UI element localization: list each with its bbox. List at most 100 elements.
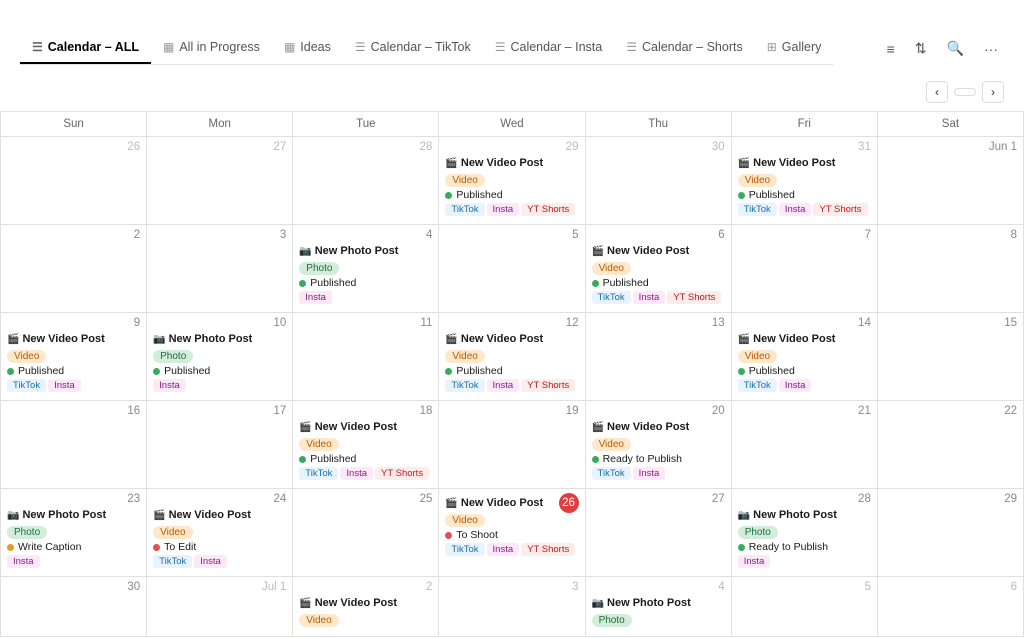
- day-cell[interactable]: 3: [439, 577, 585, 637]
- day-cell[interactable]: 19: [439, 401, 585, 489]
- day-cell[interactable]: 7: [732, 225, 878, 313]
- day-cell[interactable]: 22: [878, 401, 1024, 489]
- tab-calendar-insta[interactable]: ☰Calendar – Insta: [483, 32, 615, 64]
- more-icon[interactable]: ···: [978, 37, 1004, 61]
- search-icon[interactable]: 🔍: [941, 36, 970, 61]
- event-title: 🎬 New Video Post: [445, 497, 558, 509]
- sort-icon[interactable]: ⇅: [909, 36, 933, 61]
- tab-calendar-all[interactable]: ☰Calendar – ALL: [20, 32, 151, 64]
- calendar-event[interactable]: 🎬 New Video PostVideoPublishedTikTokInst…: [7, 333, 140, 392]
- day-cell[interactable]: 2: [1, 225, 147, 313]
- event-title: 📷 New Photo Post: [738, 509, 871, 521]
- day-cell[interactable]: 21: [732, 401, 878, 489]
- day-cell[interactable]: 25: [293, 489, 439, 577]
- tab-calendar-tiktok[interactable]: ☰Calendar – TikTok: [343, 32, 483, 64]
- day-cell[interactable]: 14🎬 New Video PostVideoPublishedTikTokIn…: [732, 313, 878, 401]
- tab-label: Calendar – Shorts: [642, 40, 743, 54]
- day-cell[interactable]: 27: [147, 137, 293, 225]
- day-cell[interactable]: 26: [1, 137, 147, 225]
- event-emoji: 🎬: [592, 422, 604, 433]
- day-header: Tue: [293, 112, 439, 137]
- calendar-event[interactable]: 🎬 New Video PostVideoPublishedTikTokInst…: [738, 157, 871, 216]
- event-emoji: 🎬: [738, 334, 750, 345]
- day-cell[interactable]: 10📷 New Photo PostPhotoPublishedInsta: [147, 313, 293, 401]
- calendar-event[interactable]: 📷 New Photo PostPhotoPublishedInsta: [153, 333, 286, 392]
- event-emoji: 🎬: [299, 422, 311, 433]
- day-cell[interactable]: 8: [878, 225, 1024, 313]
- day-cell[interactable]: 27: [586, 489, 732, 577]
- day-number: 27: [153, 141, 286, 153]
- calendar-event[interactable]: 🎬 New Video PostVideoPublishedTikTokInst…: [445, 333, 578, 392]
- day-cell[interactable]: 20🎬 New Video PostVideoReady to PublishT…: [586, 401, 732, 489]
- day-header: Mon: [147, 112, 293, 137]
- event-status: Published: [7, 365, 140, 377]
- tab-label: Ideas: [300, 40, 331, 54]
- event-emoji: 🎬: [299, 598, 311, 609]
- day-cell[interactable]: 15: [878, 313, 1024, 401]
- day-header: Wed: [439, 112, 585, 137]
- status-label: Published: [18, 365, 64, 377]
- type-tag: Video: [592, 262, 631, 275]
- day-cell[interactable]: 3: [147, 225, 293, 313]
- day-cell[interactable]: 26🎬 New Video PostVideoTo ShootTikTokIns…: [439, 489, 585, 577]
- day-cell[interactable]: 13: [586, 313, 732, 401]
- platform-tag: YT Shorts: [375, 467, 429, 480]
- next-month-button[interactable]: ›: [982, 81, 1004, 103]
- prev-month-button[interactable]: ‹: [926, 81, 948, 103]
- day-cell[interactable]: Jun 1: [878, 137, 1024, 225]
- calendar-event[interactable]: 📷 New Photo PostPhoto: [592, 597, 725, 629]
- day-cell[interactable]: 28: [293, 137, 439, 225]
- tab-all-in-progress[interactable]: ▦All in Progress: [151, 32, 272, 64]
- calendar-event[interactable]: 🎬 New Video PostVideoTo EditTikTokInsta: [153, 509, 286, 568]
- tab-calendar-shorts[interactable]: ☰Calendar – Shorts: [614, 32, 755, 64]
- day-cell[interactable]: 23📷 New Photo PostPhotoWrite CaptionInst…: [1, 489, 147, 577]
- day-cell[interactable]: 11: [293, 313, 439, 401]
- day-cell[interactable]: 28📷 New Photo PostPhotoReady to PublishI…: [732, 489, 878, 577]
- day-cell[interactable]: 16: [1, 401, 147, 489]
- calendar-event[interactable]: 🎬 New Video PostVideo: [299, 597, 432, 629]
- tab-icon: ☰: [32, 40, 43, 54]
- calendar-event[interactable]: 📷 New Photo PostPhotoReady to PublishIns…: [738, 509, 871, 568]
- event-status: Published: [592, 277, 725, 289]
- day-cell[interactable]: 9🎬 New Video PostVideoPublishedTikTokIns…: [1, 313, 147, 401]
- status-dot: [445, 532, 452, 539]
- day-cell[interactable]: 30: [1, 577, 147, 637]
- calendar-event[interactable]: 🎬 New Video PostVideoPublishedTikTokInst…: [299, 421, 432, 480]
- day-cell[interactable]: 4📷 New Photo PostPhoto: [586, 577, 732, 637]
- tab-gallery[interactable]: ⊞Gallery: [755, 32, 834, 64]
- day-cell[interactable]: 24🎬 New Video PostVideoTo EditTikTokInst…: [147, 489, 293, 577]
- day-number: Jun 1: [884, 141, 1017, 153]
- calendar-event[interactable]: 🎬 New Video PostVideoPublishedTikTokInst…: [445, 157, 578, 216]
- filter-icon[interactable]: ≡: [881, 37, 901, 61]
- day-cell[interactable]: 5: [439, 225, 585, 313]
- day-cell[interactable]: 6🎬 New Video PostVideoPublishedTikTokIns…: [586, 225, 732, 313]
- platform-tag: Insta: [299, 291, 332, 304]
- event-title: 🎬 New Video Post: [592, 421, 725, 433]
- today-button[interactable]: [954, 88, 976, 96]
- day-cell[interactable]: 6: [878, 577, 1024, 637]
- day-cell[interactable]: 4📷 New Photo PostPhotoPublishedInsta: [293, 225, 439, 313]
- day-cell[interactable]: 12🎬 New Video PostVideoPublishedTikTokIn…: [439, 313, 585, 401]
- type-tag: Video: [299, 614, 338, 627]
- platform-tags: Insta: [7, 555, 140, 568]
- platform-tags: TikTokInstaYT Shorts: [445, 543, 578, 556]
- day-cell[interactable]: 29: [878, 489, 1024, 577]
- day-cell[interactable]: Jul 1: [147, 577, 293, 637]
- calendar-navigation: ‹ ›: [926, 81, 1004, 103]
- calendar-event[interactable]: 📷 New Photo PostPhotoPublishedInsta: [299, 245, 432, 304]
- calendar-event[interactable]: 📷 New Photo PostPhotoWrite CaptionInsta: [7, 509, 140, 568]
- day-cell[interactable]: 17: [147, 401, 293, 489]
- tab-ideas[interactable]: ▦Ideas: [272, 32, 343, 64]
- calendar-event[interactable]: 🎬 New Video PostVideoReady to PublishTik…: [592, 421, 725, 480]
- event-emoji: 📷: [738, 510, 750, 521]
- day-cell[interactable]: 5: [732, 577, 878, 637]
- day-cell[interactable]: 2🎬 New Video PostVideo: [293, 577, 439, 637]
- calendar-event[interactable]: 🎬 New Video PostVideoPublishedTikTokInst…: [738, 333, 871, 392]
- platform-tag: TikTok: [445, 203, 484, 216]
- calendar-event[interactable]: 🎬 New Video PostVideoPublishedTikTokInst…: [592, 245, 725, 304]
- day-cell[interactable]: 30: [586, 137, 732, 225]
- event-status: Published: [299, 277, 432, 289]
- day-cell[interactable]: 29🎬 New Video PostVideoPublishedTikTokIn…: [439, 137, 585, 225]
- day-cell[interactable]: 31🎬 New Video PostVideoPublishedTikTokIn…: [732, 137, 878, 225]
- day-cell[interactable]: 18🎬 New Video PostVideoPublishedTikTokIn…: [293, 401, 439, 489]
